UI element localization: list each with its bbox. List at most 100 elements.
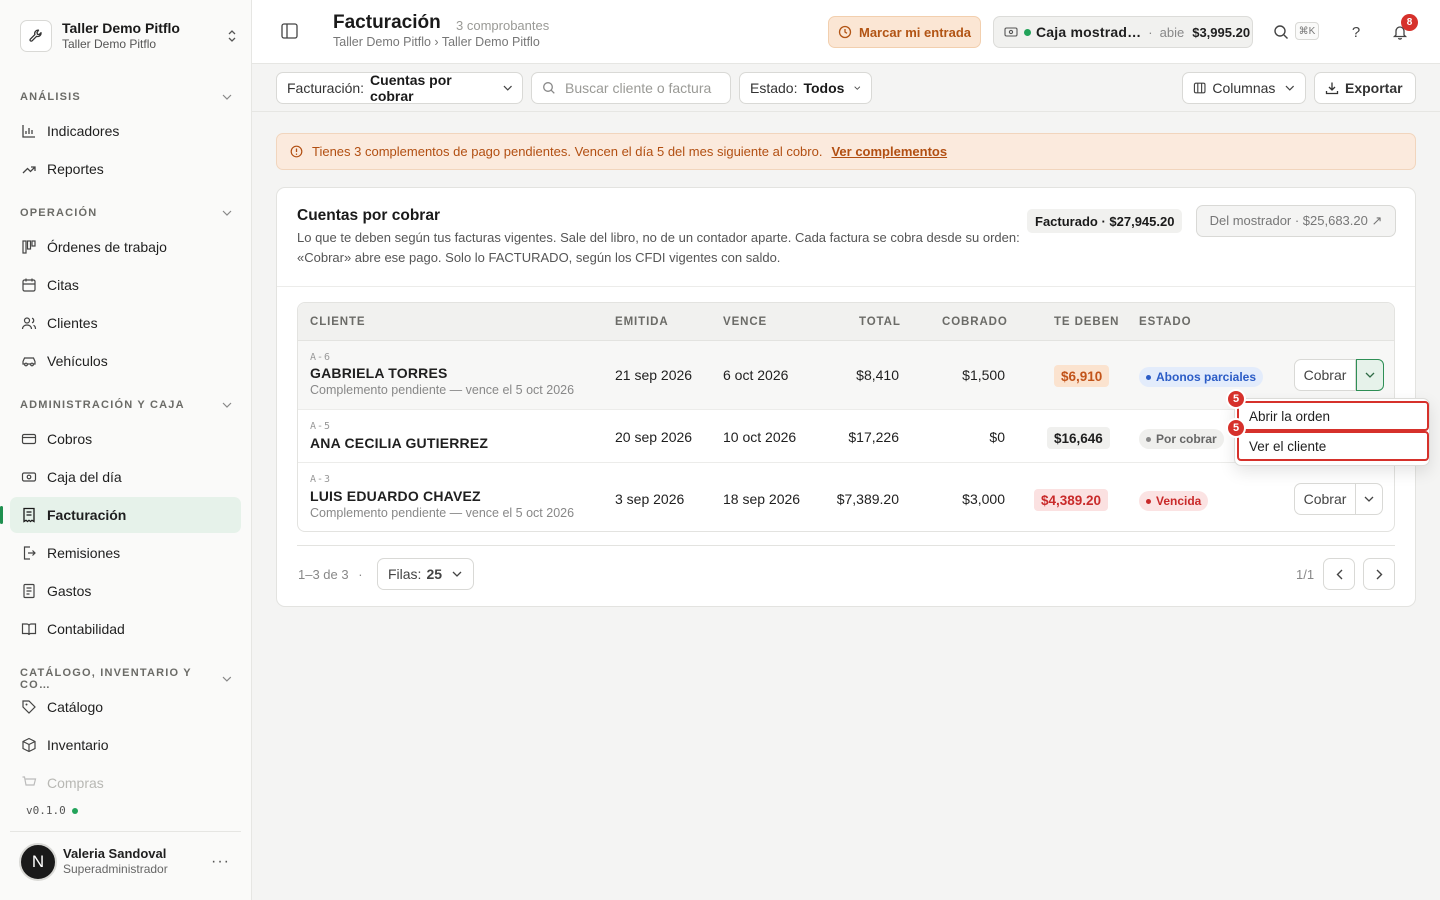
marcar-entrada-button[interactable]: Marcar mi entrada	[828, 16, 981, 48]
sidebar-item-contabilidad[interactable]: Contabilidad	[10, 611, 241, 647]
chevron-down-icon	[222, 94, 232, 100]
prev-page-button[interactable]	[1323, 558, 1355, 590]
column-header[interactable]: COBRADO	[942, 316, 1008, 328]
columnas-button[interactable]: Columnas	[1182, 72, 1306, 104]
sidebar-item-cobros[interactable]: Cobros	[10, 421, 241, 457]
sidebar-item-label: Facturación	[47, 507, 127, 523]
cobrar-button[interactable]: Cobrar	[1295, 484, 1356, 514]
sidebar-item-compras[interactable]: Compras	[10, 765, 241, 801]
column-header[interactable]: ESTADO	[1139, 316, 1191, 328]
estado-filter-select[interactable]: Estado: Todos	[739, 72, 872, 104]
search-input[interactable]: Buscar cliente o factura	[531, 72, 731, 104]
del-mostrador-button[interactable]: Del mostrador · $25,683.20 ↗	[1196, 205, 1396, 237]
section-catalogo[interactable]: CATÁLOGO, INVENTARIO Y CO…	[20, 667, 232, 691]
more-horizontal-icon[interactable]: ···	[211, 853, 241, 871]
select-label: Facturación:	[287, 80, 365, 96]
vence-date: 18 sep 2026	[723, 491, 801, 507]
exportar-button[interactable]: Exportar	[1314, 72, 1416, 104]
sidebar-item-ordenes[interactable]: Órdenes de trabajo	[10, 229, 241, 265]
total-amount: $8,410	[856, 367, 899, 383]
section-administracion[interactable]: ADMINISTRACIÓN Y CAJA	[20, 399, 232, 411]
chevron-down-icon	[854, 86, 861, 90]
chevron-down-icon[interactable]	[1356, 484, 1382, 514]
owe-amount: $6,910	[1054, 365, 1110, 387]
sidebar-item-inventario[interactable]: Inventario	[10, 727, 241, 763]
sidebar-item-catalogo[interactable]: Catálogo	[10, 689, 241, 725]
sidebar-item-citas[interactable]: Citas	[10, 267, 241, 303]
search-icon[interactable]	[1269, 20, 1293, 44]
chevron-down-icon	[222, 402, 232, 408]
sidebar-item-label: Reportes	[47, 161, 104, 177]
chevron-down-icon[interactable]	[1356, 359, 1384, 391]
search-icon	[543, 82, 555, 94]
breadcrumb[interactable]: Taller Demo Pitflo › Taller Demo Pitflo	[333, 35, 540, 49]
caja-state: abie	[1159, 24, 1185, 40]
wrench-icon	[20, 20, 52, 52]
section-operacion[interactable]: OPERACIÓN	[20, 207, 232, 219]
sidebar-item-vehiculos[interactable]: Vehículos	[10, 343, 241, 379]
sidebar-item-caja[interactable]: Caja del día	[10, 459, 241, 495]
emitida-date: 21 sep 2026	[615, 367, 693, 383]
cobrar-button[interactable]: Cobrar	[1295, 360, 1356, 390]
user-menu[interactable]: N Valeria Sandoval Superadministrador ··…	[10, 831, 241, 891]
ver-complementos-link[interactable]: Ver complementos	[831, 144, 947, 159]
sidebar-item-clientes[interactable]: Clientes	[10, 305, 241, 341]
tag-icon	[20, 699, 37, 716]
section-analisis[interactable]: ANÁLISIS	[20, 91, 232, 103]
column-header[interactable]: CLIENTE	[310, 316, 366, 328]
sidebar-item-label: Clientes	[47, 315, 98, 331]
sidebar-item-gastos[interactable]: Gastos	[10, 573, 241, 609]
cobrado-amount: $1,500	[962, 367, 1005, 383]
chevron-down-icon	[1285, 85, 1295, 91]
box-icon	[20, 737, 37, 754]
client-name[interactable]: ANA CECILIA GUTIERREZ	[310, 435, 488, 451]
select-label: Estado:	[750, 80, 798, 96]
page-title: Facturación	[333, 12, 441, 33]
divider	[297, 545, 1395, 546]
cobrar-split-button[interactable]: Cobrar	[1294, 359, 1384, 391]
status-dot	[71, 807, 78, 814]
emitida-date: 3 sep 2026	[615, 491, 685, 507]
chevron-down-icon	[222, 676, 232, 682]
sidebar-toggle-icon[interactable]	[280, 22, 302, 42]
caja-amount: $3,995.20	[1192, 24, 1251, 40]
cobrar-split-button[interactable]: Cobrar	[1294, 483, 1383, 515]
row-actions-menu: Abrir la orden Ver el cliente	[1234, 398, 1430, 466]
ver-cliente-menu-item[interactable]: Ver el cliente	[1237, 431, 1429, 461]
cash-icon	[20, 469, 37, 486]
client-note: Complemento pendiente — vence el 5 oct 2…	[310, 383, 575, 397]
next-page-button[interactable]	[1363, 558, 1395, 590]
help-icon[interactable]: ?	[1344, 20, 1368, 44]
sidebar-item-remisiones[interactable]: Remisiones	[10, 535, 241, 571]
chevron-down-icon	[452, 571, 462, 577]
rows-per-page-select[interactable]: Filas: 25	[377, 558, 474, 590]
section-label: CATÁLOGO, INVENTARIO Y CO…	[20, 667, 192, 691]
cobrado-amount: $0	[989, 429, 1005, 445]
client-name[interactable]: LUIS EDUARDO CHAVEZ	[310, 488, 481, 504]
sidebar-item-indicadores[interactable]: Indicadores	[10, 113, 241, 149]
facturado-total: Facturado · $27,945.20	[1027, 209, 1183, 233]
sidebar-item-label: Caja del día	[47, 469, 122, 485]
sidebar-item-label: Gastos	[47, 583, 92, 599]
invoice-code: A-6	[310, 352, 332, 363]
card-title: Cuentas por cobrar	[297, 207, 440, 224]
facturacion-view-select[interactable]: Facturación: Cuentas por cobrar	[276, 72, 523, 104]
status-badge: Vencida	[1139, 491, 1209, 511]
caja-status-button[interactable]: Caja mostrad… · abie $3,995.20	[993, 16, 1253, 48]
column-header[interactable]: TOTAL	[859, 316, 901, 328]
book-open-icon	[20, 621, 37, 638]
pending-complements-alert: Tienes 3 complementos de pago pendientes…	[276, 133, 1416, 170]
sidebar-item-facturacion[interactable]: Facturación	[10, 497, 241, 533]
client-name[interactable]: GABRIELA TORRES	[310, 365, 448, 381]
total-amount: $7,389.20	[836, 491, 899, 507]
org-switcher[interactable]: Taller Demo Pitflo Taller Demo Pitflo	[20, 18, 240, 54]
filter-bar: Facturación: Cuentas por cobrar Buscar c…	[252, 64, 1440, 112]
column-header[interactable]: VENCE	[723, 316, 767, 328]
sidebar-item-reportes[interactable]: Reportes	[10, 151, 241, 187]
car-icon	[20, 353, 37, 370]
table-row[interactable]: A-3 LUIS EDUARDO CHAVEZ Complemento pend…	[298, 463, 1394, 531]
section-label: ANÁLISIS	[20, 91, 81, 103]
abrir-orden-menu-item[interactable]: Abrir la orden	[1237, 401, 1429, 431]
column-header[interactable]: EMITIDA	[615, 316, 669, 328]
column-header[interactable]: TE DEBEN	[1054, 316, 1119, 328]
